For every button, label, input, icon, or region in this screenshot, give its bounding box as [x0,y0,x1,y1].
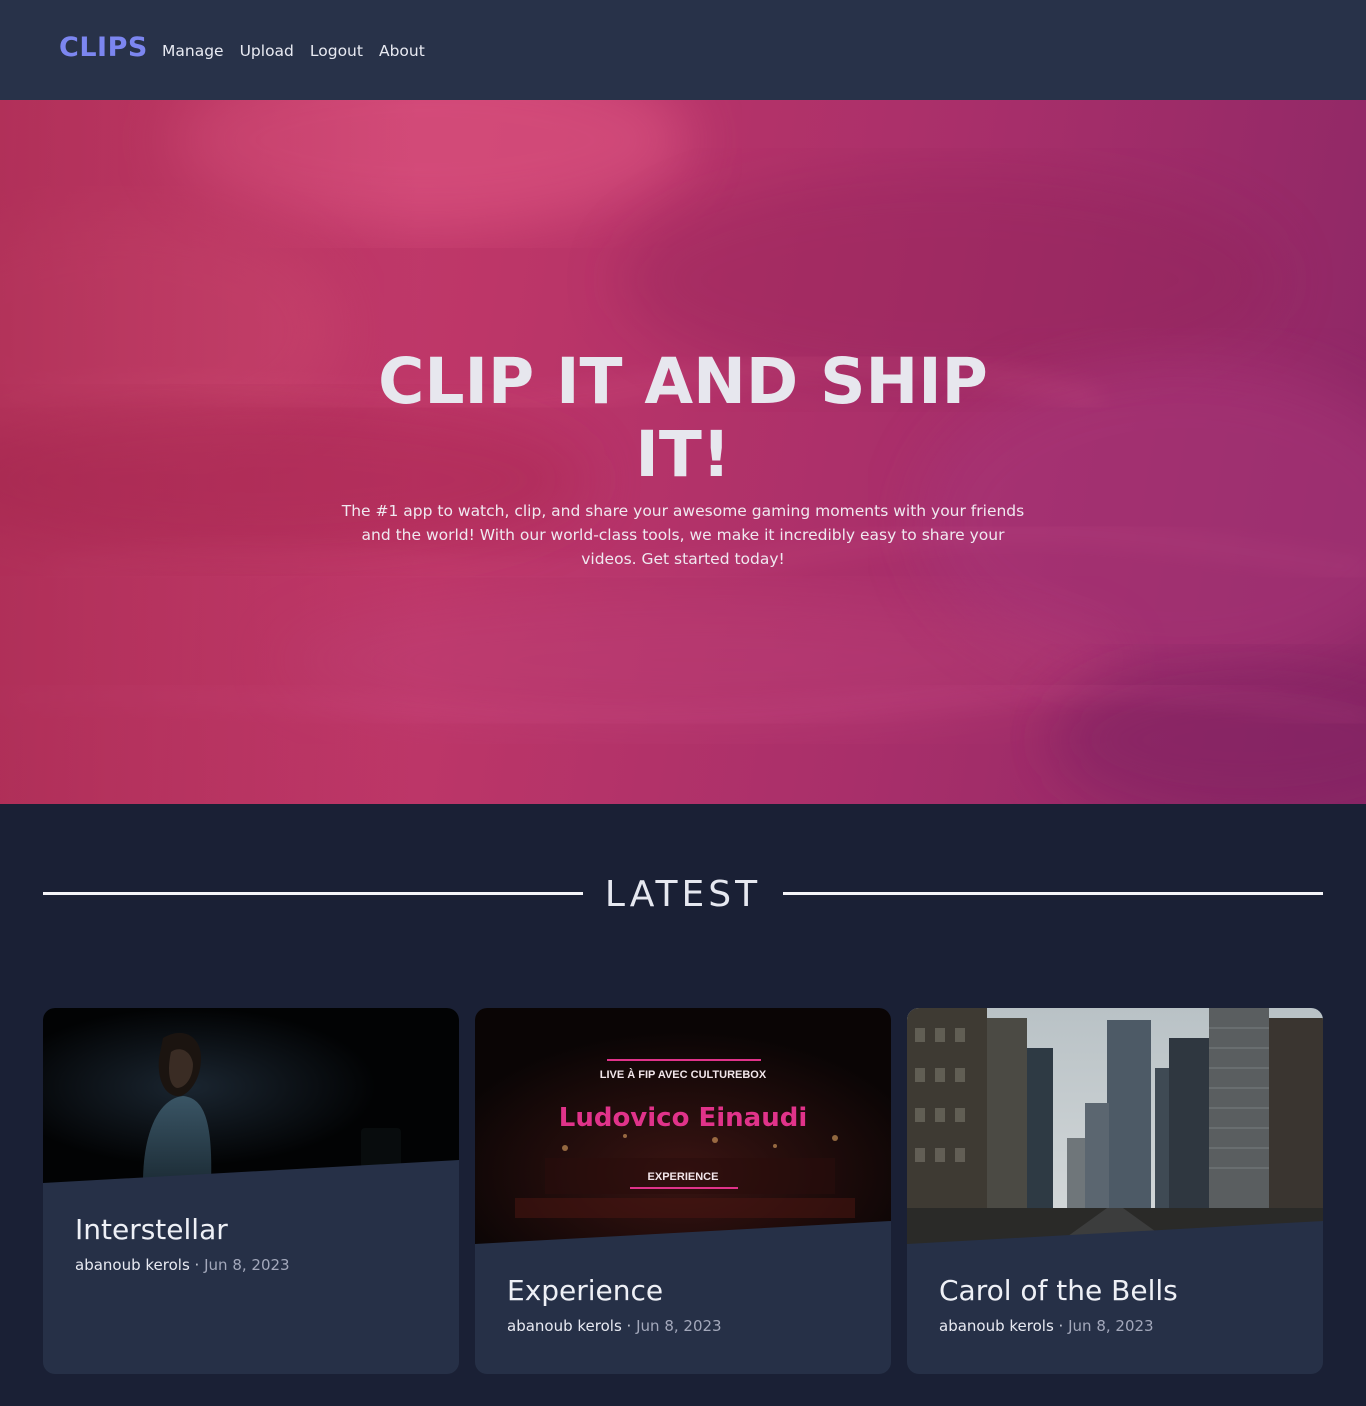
clip-author: abanoub kerols [939,1317,1054,1335]
thumbnail-name-text: Ludovico Einaudi [559,1103,808,1133]
hero-title: CLIP IT AND SHIP IT! [378,345,988,491]
clip-author: abanoub kerols [75,1256,190,1274]
clip-thumbnail [43,1008,459,1183]
clip-card[interactable]: LIVE À FIP AVEC CULTUREBOX Ludovico Eina… [475,1008,891,1374]
meta-separator: · [626,1317,632,1335]
clip-title: Experience [507,1274,664,1307]
latest-heading-section: LATEST [43,870,1323,920]
nav-links: Manage Upload Logout About [162,42,441,60]
clip-title: Interstellar [75,1213,228,1246]
clip-card-body: Experience abanoub kerols · Jun 8, 2023 [507,1274,722,1335]
clip-meta: abanoub kerols · Jun 8, 2023 [939,1317,1178,1335]
clip-card[interactable]: Interstellar abanoub kerols · Jun 8, 202… [43,1008,459,1374]
clip-date: Jun 8, 2023 [204,1256,290,1274]
thumbnail-top-text: LIVE À FIP AVEC CULTUREBOX [600,1068,767,1081]
hero-subtitle: The #1 app to watch, clip, and share you… [341,502,1025,568]
clip-card[interactable]: Carol of the Bells abanoub kerols · Jun … [907,1008,1323,1374]
nav-link-manage[interactable]: Manage [162,42,224,60]
clip-author: abanoub kerols [507,1317,622,1335]
clip-card-body: Carol of the Bells abanoub kerols · Jun … [939,1274,1178,1335]
clip-meta: abanoub kerols · Jun 8, 2023 [75,1256,290,1274]
nav-link-upload[interactable]: Upload [240,42,294,60]
meta-separator: · [1058,1317,1064,1335]
nav-link-logout[interactable]: Logout [310,42,363,60]
divider-line-right [783,892,1323,895]
clip-thumbnail: LIVE À FIP AVEC CULTUREBOX Ludovico Eina… [475,1008,891,1244]
divider-line-left [43,892,583,895]
top-navbar: CLIPS Manage Upload Logout About [0,0,1366,100]
clip-date: Jun 8, 2023 [1068,1317,1154,1335]
hero-content: CLIP IT AND SHIP IT! The #1 app to watch… [300,345,1066,571]
clip-title: Carol of the Bells [939,1274,1178,1307]
clip-thumbnail [907,1008,1323,1244]
clip-meta: abanoub kerols · Jun 8, 2023 [507,1317,722,1335]
hero-section: CLIP IT AND SHIP IT! The #1 app to watch… [0,100,1366,804]
clip-date: Jun 8, 2023 [636,1317,722,1335]
thumbnail-bottom-text: EXPERIENCE [648,1171,719,1183]
brand-logo-link[interactable]: CLIPS [59,32,148,63]
latest-heading: LATEST [604,874,762,915]
meta-separator: · [194,1256,200,1274]
nav-link-about[interactable]: About [379,42,425,60]
clip-card-body: Interstellar abanoub kerols · Jun 8, 202… [75,1213,290,1274]
